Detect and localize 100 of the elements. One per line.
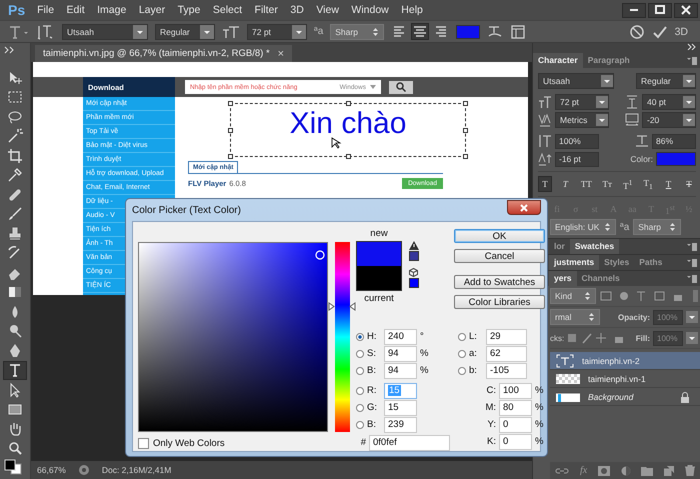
- blend-mode-dropdown[interactable]: rmal: [550, 309, 600, 325]
- font-size-dropdown[interactable]: 72 pt: [247, 24, 307, 40]
- menu-item[interactable]: Edit: [66, 4, 85, 16]
- radio-button[interactable]: [356, 420, 364, 428]
- radio-button[interactable]: [356, 366, 364, 374]
- menu-item[interactable]: Window: [351, 4, 389, 16]
- hue-slider[interactable]: [328, 242, 356, 432]
- slider-arrows-icon[interactable]: [328, 302, 356, 312]
- menu-item[interactable]: View: [316, 4, 339, 16]
- menu-item[interactable]: Image: [97, 4, 126, 16]
- checkmark-icon[interactable]: [652, 24, 668, 40]
- trash-icon[interactable]: [684, 465, 695, 476]
- current-color-swatch[interactable]: [357, 266, 401, 290]
- caret-icon[interactable]: [686, 332, 698, 344]
- close-button[interactable]: [507, 200, 541, 215]
- text-style-button[interactable]: TT: [578, 176, 594, 192]
- layer-row[interactable]: taimienphi.vn-1: [550, 370, 700, 388]
- dialog-button[interactable]: Cancel: [454, 249, 545, 263]
- number-field[interactable]: 29: [486, 328, 527, 344]
- font-style-dropdown[interactable]: Regular: [636, 73, 696, 89]
- panel-tab[interactable]: Paragraph: [582, 53, 635, 68]
- text-style-button[interactable]: T$_{1}$: [641, 176, 656, 192]
- text-style-button[interactable]: T: [682, 176, 696, 192]
- menu-item[interactable]: Filter: [254, 4, 278, 16]
- search-button[interactable]: [389, 80, 413, 94]
- font-size-dropdown[interactable]: 72 pt: [555, 94, 609, 110]
- maximize-button[interactable]: [648, 2, 672, 18]
- number-field[interactable]: 100: [499, 382, 532, 398]
- text-color-swatch[interactable]: [656, 152, 696, 166]
- number-field[interactable]: -105: [486, 362, 527, 378]
- number-field[interactable]: 240: [384, 328, 417, 344]
- web-safe-color-swatch[interactable]: [409, 278, 419, 288]
- tab-close-button[interactable]: ×: [278, 48, 284, 60]
- panel-tab[interactable]: Swatches: [570, 239, 620, 254]
- caret-icon[interactable]: [686, 311, 698, 323]
- close-button[interactable]: [674, 2, 698, 18]
- cancel-icon[interactable]: [628, 24, 645, 40]
- warning-icon[interactable]: [409, 241, 419, 250]
- antialias-dropdown[interactable]: Sharp: [633, 219, 682, 235]
- radio-button[interactable]: [356, 404, 364, 412]
- text-bounding-box[interactable]: Xin chào: [230, 103, 466, 157]
- baseline-shift-field[interactable]: -16 pt: [555, 152, 599, 166]
- number-field[interactable]: 80: [499, 400, 532, 416]
- panel-tab[interactable]: Styles: [599, 255, 634, 270]
- horizontal-scale-field[interactable]: 86%: [652, 134, 696, 148]
- panel-tab[interactable]: yers: [549, 271, 576, 286]
- filter-toggle[interactable]: [693, 290, 698, 302]
- number-field[interactable]: 0: [499, 416, 532, 432]
- number-field[interactable]: 62: [486, 346, 527, 362]
- radio-button[interactable]: [356, 332, 364, 340]
- radio-button[interactable]: [356, 386, 364, 394]
- radio-button[interactable]: [458, 332, 466, 340]
- menu-item[interactable]: 3D: [290, 4, 304, 16]
- radio-button[interactable]: [458, 350, 466, 358]
- panel-menu-icon[interactable]: [687, 56, 697, 64]
- double-chevron-icon[interactable]: [687, 43, 697, 50]
- antialias-dropdown[interactable]: Sharp: [330, 24, 384, 40]
- language-dropdown[interactable]: English: UK: [550, 219, 616, 235]
- new-layer-icon[interactable]: [664, 466, 674, 476]
- number-field[interactable]: 94: [384, 346, 417, 362]
- gamut-color-swatch[interactable]: [409, 251, 419, 261]
- type-tool-icon[interactable]: [8, 24, 30, 40]
- panel-tab[interactable]: lor: [549, 239, 570, 254]
- panel-toggle-icon[interactable]: [510, 24, 526, 40]
- document-tab[interactable]: taimienphi.vn.jpg @ 66,7% (taimienphi.vn-2, RGB/8) * ×: [35, 45, 292, 62]
- folder-icon[interactable]: [641, 466, 654, 476]
- panel-tab[interactable]: Paths: [634, 255, 668, 270]
- text-color-swatch[interactable]: [456, 24, 480, 38]
- panel-tab[interactable]: Character: [533, 53, 583, 68]
- panel-menu-icon[interactable]: [687, 258, 697, 266]
- text-style-button[interactable]: T: [538, 176, 552, 192]
- checkbox[interactable]: [138, 438, 149, 448]
- menu-item[interactable]: Help: [401, 4, 423, 16]
- vertical-scale-field[interactable]: 100%: [555, 134, 599, 148]
- cube-icon[interactable]: [409, 268, 418, 277]
- text-orientation-icon[interactable]: [37, 24, 55, 40]
- panel-tab[interactable]: justments: [549, 255, 600, 270]
- radio-button[interactable]: [356, 350, 364, 358]
- kerning-dropdown[interactable]: Metrics: [555, 112, 609, 128]
- text-style-button[interactable]: T: [558, 176, 572, 192]
- dialog-button[interactable]: OK: [454, 229, 545, 243]
- font-family-dropdown[interactable]: Utsaah: [538, 73, 614, 89]
- text-style-button[interactable]: Tт: [600, 176, 614, 192]
- dialog-button[interactable]: Color Libraries: [454, 295, 545, 309]
- font-style-dropdown[interactable]: Regular: [155, 24, 215, 40]
- panel-tab[interactable]: Channels: [576, 271, 625, 286]
- align-button[interactable]: [411, 23, 430, 40]
- info-icon[interactable]: [78, 464, 90, 476]
- layer-row[interactable]: Background: [550, 388, 700, 406]
- filter-kind-dropdown[interactable]: Kind: [550, 288, 596, 304]
- double-chevron-icon[interactable]: [4, 46, 16, 54]
- number-field[interactable]: 15: [384, 400, 417, 416]
- number-field[interactable]: 94: [384, 362, 417, 378]
- tool-button[interactable]: [3, 360, 27, 380]
- link-icon[interactable]: [555, 466, 570, 476]
- tracking-dropdown[interactable]: -20: [642, 112, 696, 128]
- dialog-button[interactable]: Add to Swatches: [454, 275, 545, 289]
- saturation-brightness-field[interactable]: [138, 242, 328, 432]
- menu-item[interactable]: Select: [212, 4, 242, 16]
- mask-icon[interactable]: [598, 466, 610, 476]
